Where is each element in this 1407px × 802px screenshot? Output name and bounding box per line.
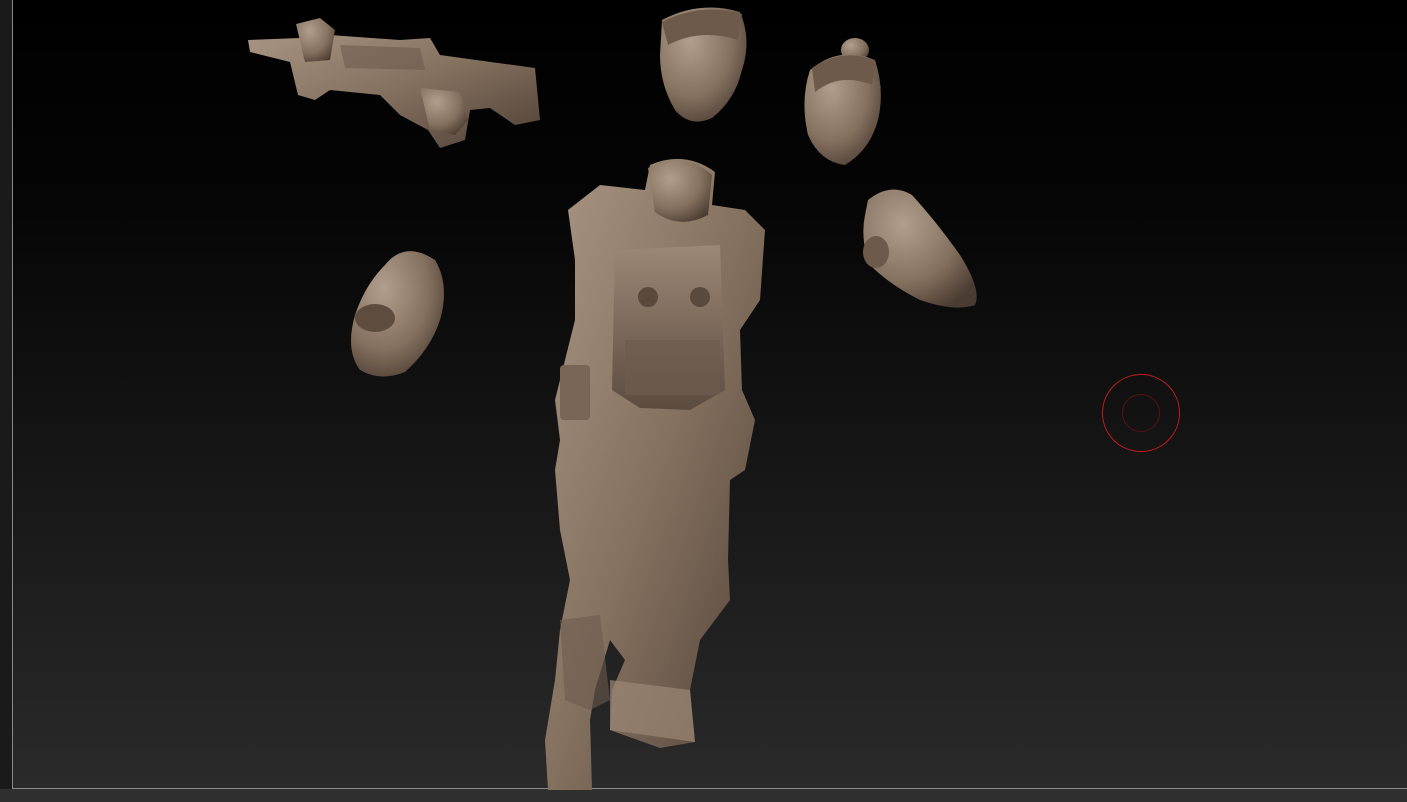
scene-models[interactable]	[0, 0, 1407, 802]
brush-cursor	[1102, 374, 1180, 452]
head-short-hair[interactable]	[660, 7, 747, 122]
right-arm[interactable]	[863, 189, 977, 308]
head-bun-hair[interactable]	[804, 38, 881, 165]
rifle-with-hands[interactable]	[248, 18, 540, 148]
brush-cursor-inner	[1122, 394, 1160, 432]
left-arm[interactable]	[351, 251, 444, 377]
armored-torso-legs[interactable]	[545, 158, 765, 790]
